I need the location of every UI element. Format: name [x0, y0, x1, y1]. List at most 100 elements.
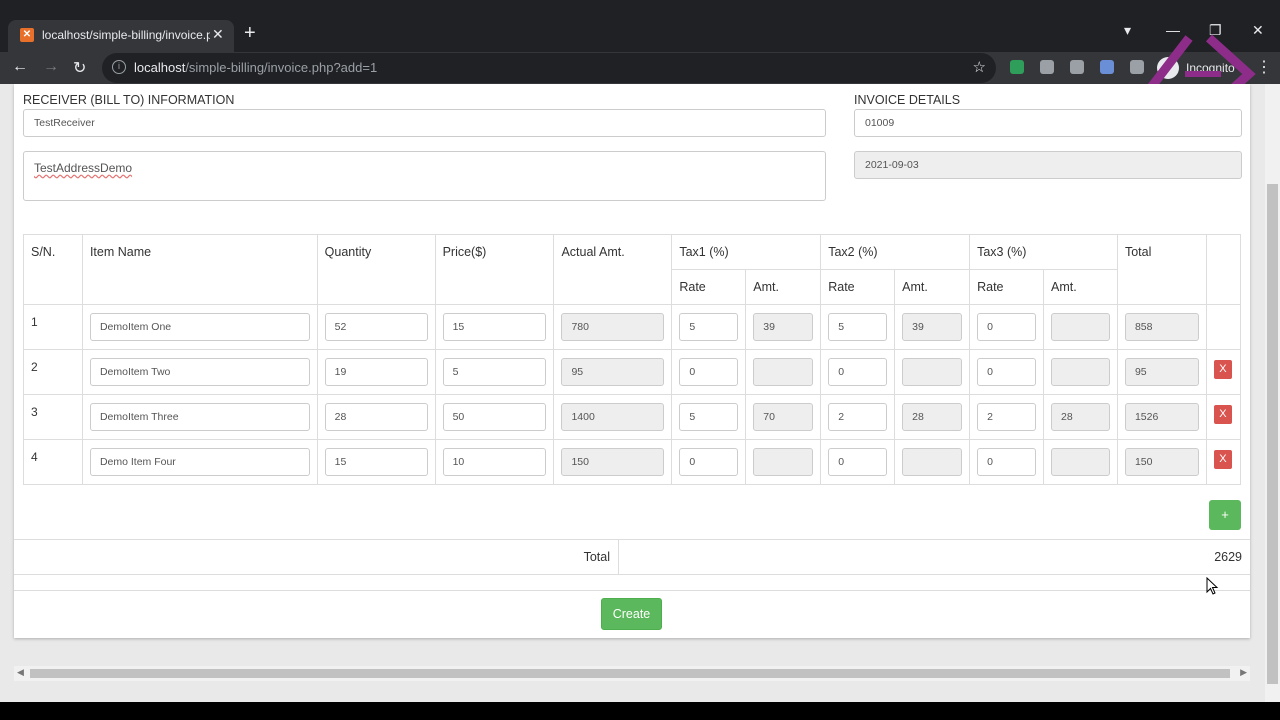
tax1-amt-field [753, 448, 814, 476]
price-input[interactable]: 15 [442, 313, 547, 341]
header-tax1-rate: Rate [671, 269, 747, 305]
item-name-input[interactable]: DemoItem Three [89, 403, 310, 431]
tax1-rate-input[interactable]: 0 [679, 358, 739, 386]
grand-total-row: Total 2629 [14, 539, 1250, 575]
price-input[interactable]: 50 [442, 403, 547, 431]
row-sn: 3 [23, 394, 83, 440]
receiver-name-input[interactable]: TestReceiver [23, 109, 826, 137]
back-arrow-icon[interactable]: ← [12, 58, 28, 76]
puzzle-extensions-icon[interactable] [1130, 60, 1144, 74]
tab-close-icon[interactable]: ✕ [212, 26, 224, 43]
tax3-rate-input[interactable]: 0 [977, 358, 1037, 386]
tax1-amt-field [753, 358, 814, 386]
tax1-amt-field: 70 [753, 403, 814, 431]
header-tax3: Tax3 (%) [969, 234, 1118, 270]
grand-total-label: Total [583, 550, 610, 564]
vertical-scroll-thumb[interactable] [1267, 184, 1278, 684]
reload-icon[interactable]: ↻ [73, 58, 86, 78]
header-total: Total [1116, 234, 1207, 305]
table-row: 3 DemoItem Three 28 50 1400 5 70 2 28 2 … [23, 394, 1242, 440]
address-bar[interactable]: i localhost/simple-billing/invoice.php?a… [102, 53, 996, 83]
invoice-date-input[interactable]: 2021-09-03 [854, 151, 1242, 179]
invoice-form-card: RECEIVER (BILL TO) INFORMATION INVOICE D… [14, 84, 1250, 638]
tax1-rate-input[interactable]: 0 [679, 448, 739, 476]
quantity-input[interactable]: 15 [324, 448, 428, 476]
form-footer-divider [14, 590, 1250, 591]
row-sn: 2 [23, 349, 83, 395]
bookmark-star-icon[interactable]: ☆ [973, 58, 986, 76]
quantity-input[interactable]: 52 [324, 313, 428, 341]
quantity-input[interactable]: 19 [324, 358, 428, 386]
price-input[interactable]: 5 [442, 358, 547, 386]
menu-kebab-icon[interactable]: ⋮ [1256, 57, 1272, 77]
total-divider [618, 540, 619, 574]
tax2-amt-field: 28 [902, 403, 963, 431]
row-total-field: 150 [1124, 448, 1199, 476]
scroll-right-arrow-icon[interactable]: ▶ [1240, 667, 1247, 678]
header-tax2-rate: Rate [820, 269, 896, 305]
item-name-input[interactable]: Demo Item Four [89, 448, 310, 476]
camera-extension-icon[interactable] [1040, 60, 1054, 74]
tax3-amt-field [1051, 448, 1110, 476]
header-tax2: Tax2 (%) [820, 234, 971, 270]
tax2-rate-input[interactable]: 0 [828, 358, 888, 386]
tab-title: localhost/simple-billing/invoice.p [42, 28, 210, 42]
header-quantity: Quantity [316, 234, 436, 305]
header-sn: S/N. [23, 234, 83, 305]
header-actions [1205, 234, 1242, 305]
site-info-icon[interactable]: i [112, 60, 126, 74]
receiver-section-label: RECEIVER (BILL TO) INFORMATION [23, 93, 235, 107]
price-input[interactable]: 10 [442, 448, 547, 476]
header-item-name: Item Name [81, 234, 318, 305]
grand-total-value: 2629 [1214, 550, 1242, 564]
item-name-input[interactable]: DemoItem Two [89, 358, 310, 386]
extension-icon[interactable] [1010, 60, 1024, 74]
delete-row-button[interactable]: X [1213, 450, 1232, 469]
cloud-extension-icon[interactable] [1070, 60, 1084, 74]
tax1-rate-input[interactable]: 5 [679, 313, 739, 341]
tax3-amt-field [1051, 358, 1110, 386]
item-name-input[interactable]: DemoItem One [89, 313, 310, 341]
receiver-address-textarea[interactable]: TestAddressDemo [23, 151, 826, 201]
delete-row-button[interactable]: X [1213, 360, 1232, 379]
table-row: 1 DemoItem One 52 15 780 5 39 5 39 0 858 [23, 304, 1242, 350]
header-tax1-amt: Amt. [745, 269, 822, 305]
row-total-field: 1526 [1124, 403, 1199, 431]
create-invoice-button[interactable]: Create [601, 598, 662, 630]
forward-arrow-icon[interactable]: → [43, 58, 59, 76]
actual-amt-field: 780 [561, 313, 665, 341]
tab-search-icon[interactable]: ▾ [1124, 22, 1131, 39]
horizontal-scrollbar[interactable]: ◀ ▶ [14, 666, 1250, 681]
vertical-scrollbar[interactable] [1265, 84, 1280, 702]
invoice-number-input[interactable]: 01009 [854, 109, 1242, 137]
delete-row-button[interactable]: X [1213, 405, 1232, 424]
header-tax2-amt: Amt. [894, 269, 971, 305]
header-tax1: Tax1 (%) [671, 234, 822, 270]
scroll-left-arrow-icon[interactable]: ◀ [17, 667, 24, 678]
browser-tab-bar: ✕ localhost/simple-billing/invoice.p ✕ +… [0, 0, 1280, 52]
tax2-rate-input[interactable]: 5 [828, 313, 888, 341]
tax3-rate-input[interactable]: 0 [977, 448, 1037, 476]
row-sn: 1 [23, 304, 83, 350]
invoice-items-table: S/N. Item Name Quantity Price($) Actual … [23, 234, 1242, 485]
browser-toolbar: ← → ↻ i localhost/simple-billing/invoice… [0, 52, 1280, 84]
row-sn: 4 [23, 439, 83, 485]
add-row-button[interactable]: + [1209, 500, 1241, 530]
pen-extension-icon[interactable] [1100, 60, 1114, 74]
horizontal-scroll-thumb[interactable] [30, 669, 1230, 678]
tax2-rate-input[interactable]: 0 [828, 448, 888, 476]
xampp-favicon-icon: ✕ [20, 28, 34, 42]
row-total-field: 858 [1124, 313, 1199, 341]
tax1-rate-input[interactable]: 5 [679, 403, 739, 431]
tax2-rate-input[interactable]: 2 [828, 403, 888, 431]
invoice-details-label: INVOICE DETAILS [854, 93, 961, 107]
page-viewport: RECEIVER (BILL TO) INFORMATION INVOICE D… [0, 84, 1280, 702]
quantity-input[interactable]: 28 [324, 403, 428, 431]
url-text[interactable]: localhost/simple-billing/invoice.php?add… [134, 60, 377, 75]
new-tab-icon[interactable]: + [244, 22, 256, 45]
browser-tab[interactable]: ✕ localhost/simple-billing/invoice.p ✕ [8, 20, 234, 52]
tax3-rate-input[interactable]: 2 [977, 403, 1037, 431]
tax3-amt-field [1051, 313, 1110, 341]
header-tax3-rate: Rate [969, 269, 1045, 305]
tax3-rate-input[interactable]: 0 [977, 313, 1037, 341]
